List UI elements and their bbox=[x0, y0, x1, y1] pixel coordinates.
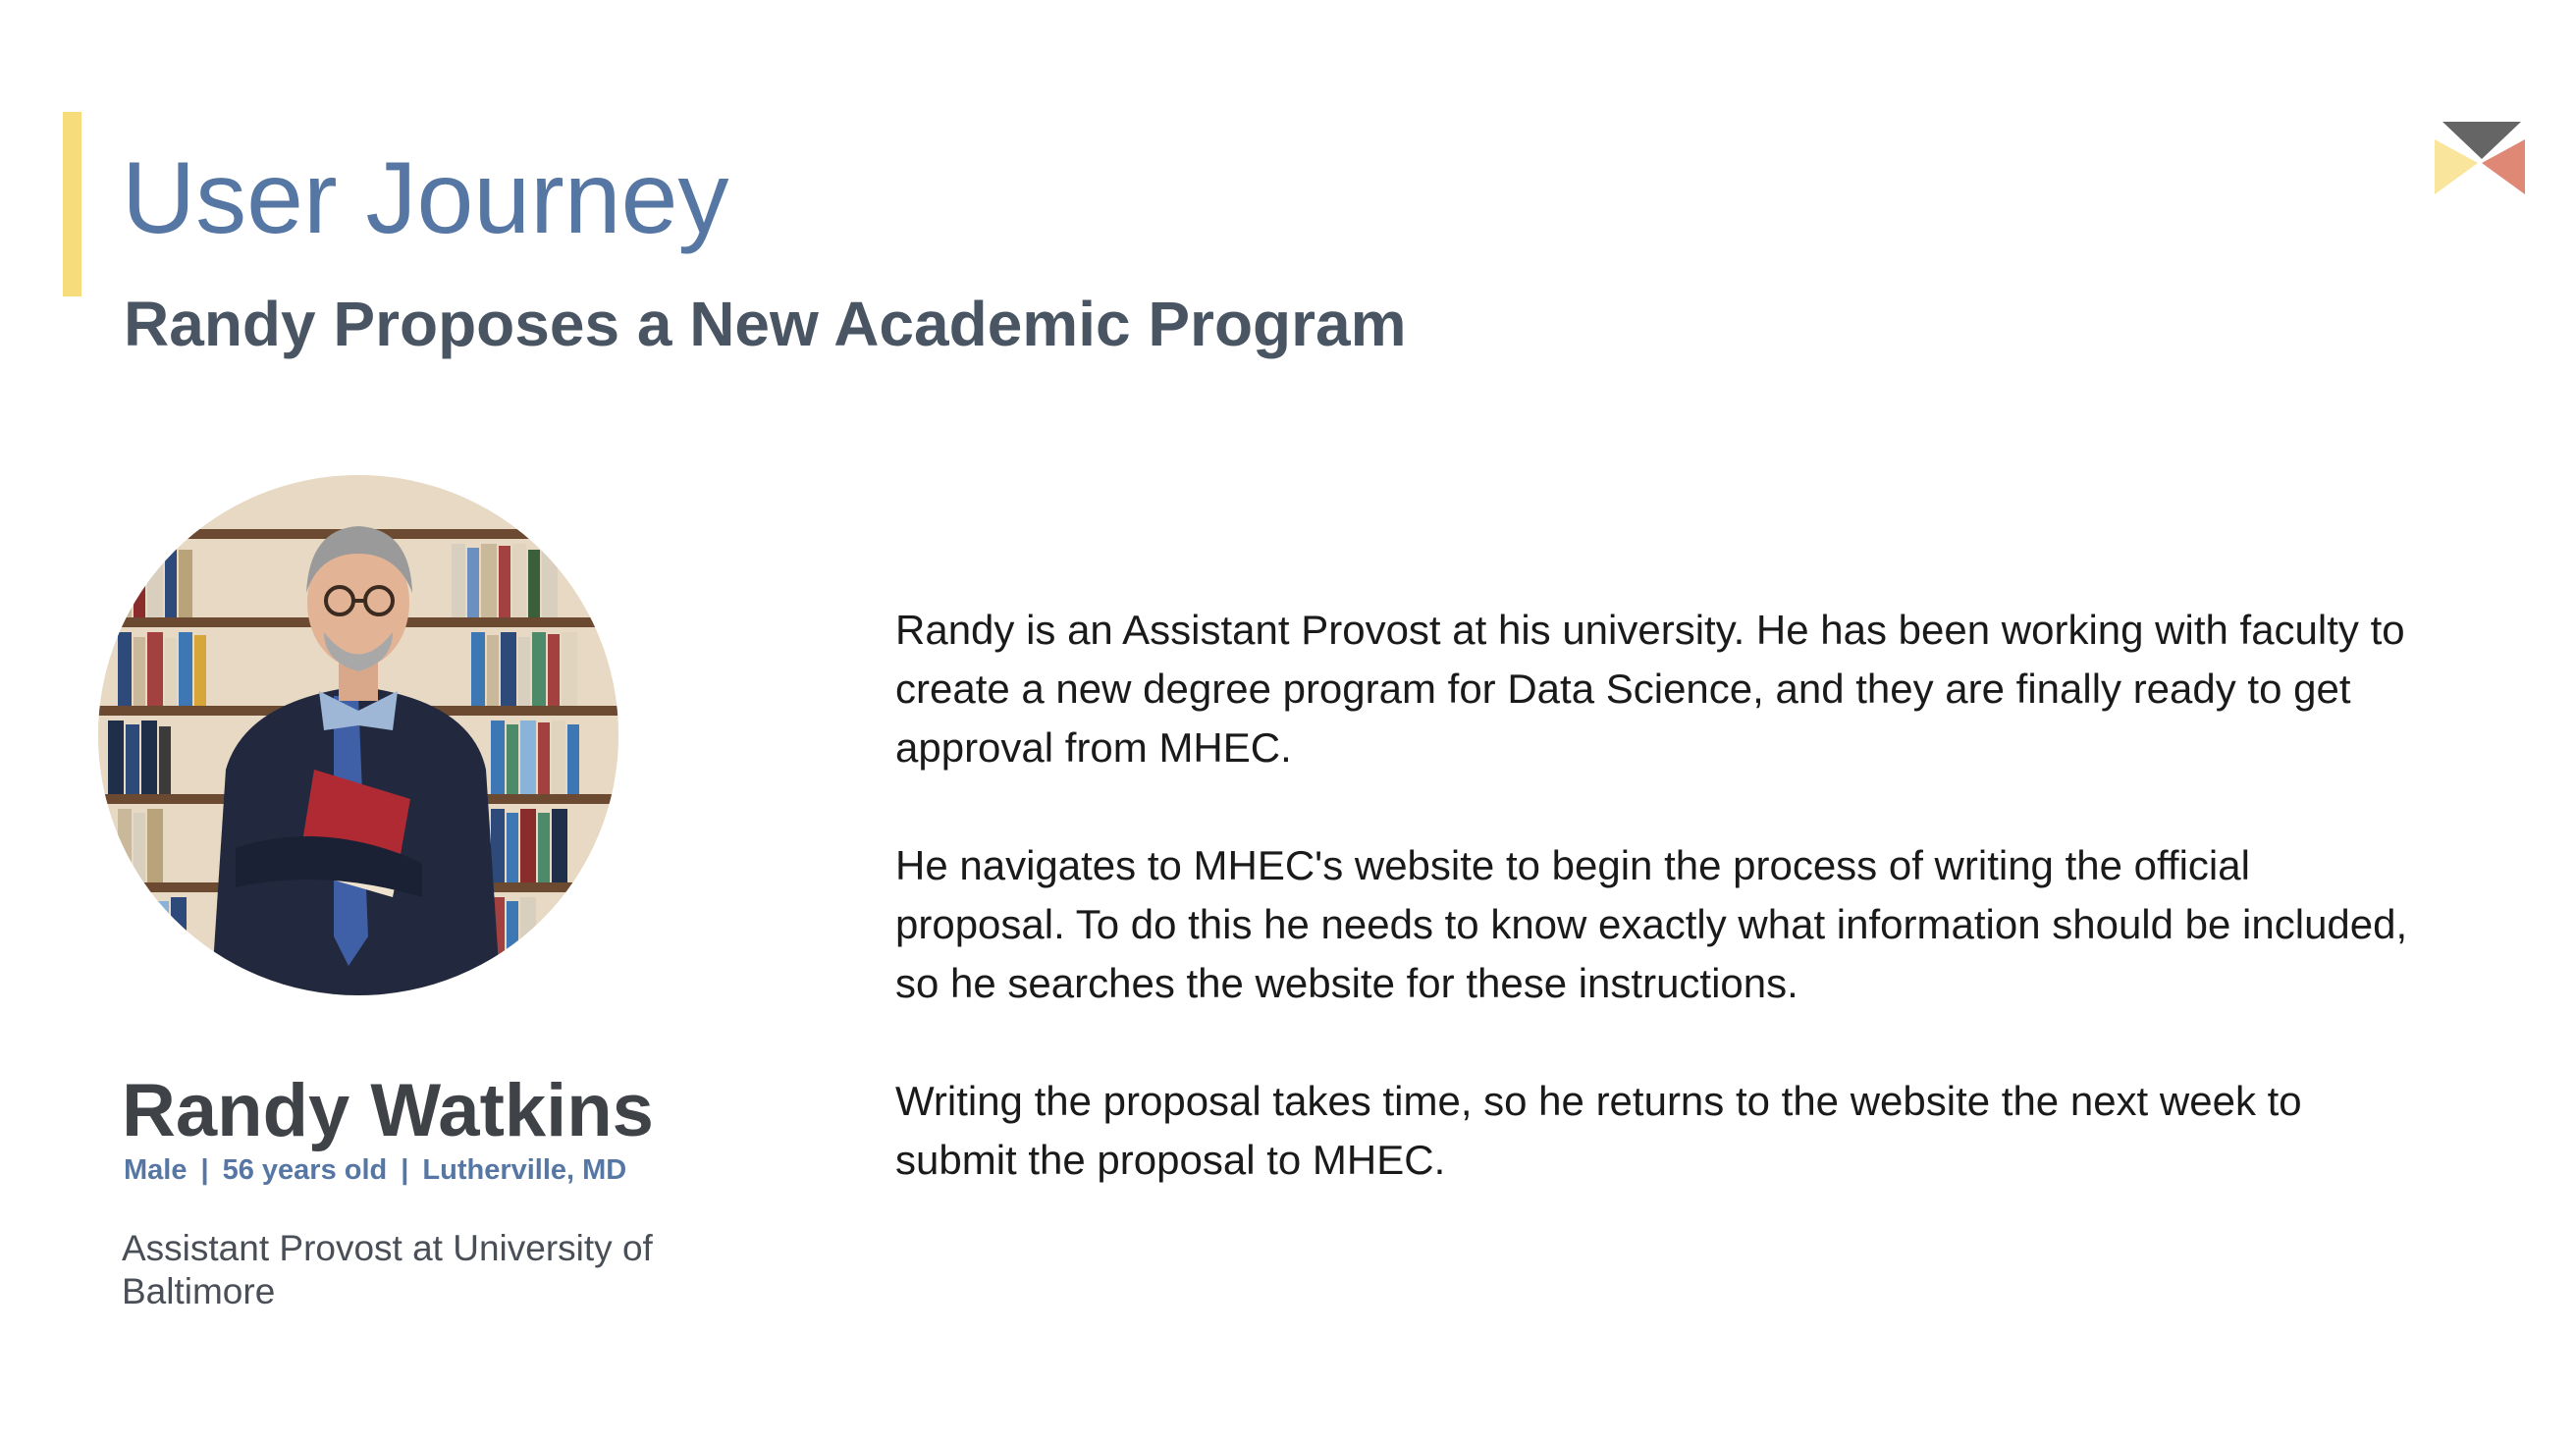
page-title: User Journey bbox=[122, 141, 729, 255]
page-subtitle: Randy Proposes a New Academic Program bbox=[124, 289, 1407, 359]
story-paragraph: Randy is an Assistant Provost at his uni… bbox=[895, 607, 2405, 771]
persona-photo bbox=[98, 475, 618, 995]
persona-name: Randy Watkins bbox=[122, 1069, 654, 1152]
persona-role: Assistant Provost at University of Balti… bbox=[122, 1228, 653, 1311]
brand-logo-icon bbox=[2435, 120, 2529, 198]
persona-gender: Male bbox=[124, 1154, 188, 1186]
story-paragraph: He navigates to MHEC's website to begin … bbox=[895, 842, 2408, 1006]
title-accent-bar bbox=[63, 112, 81, 296]
persona-location: Lutherville, MD bbox=[422, 1154, 627, 1186]
persona-age: 56 years old bbox=[222, 1154, 388, 1186]
meta-separator: | bbox=[200, 1154, 209, 1186]
journey-story: Randy is an Assistant Provost at his uni… bbox=[895, 601, 2427, 1249]
meta-separator: | bbox=[401, 1154, 409, 1186]
story-paragraph: Writing the proposal takes time, so he r… bbox=[895, 1078, 2302, 1183]
persona-demographics: Male | 56 years old | Lutherville, MD bbox=[124, 1156, 626, 1185]
